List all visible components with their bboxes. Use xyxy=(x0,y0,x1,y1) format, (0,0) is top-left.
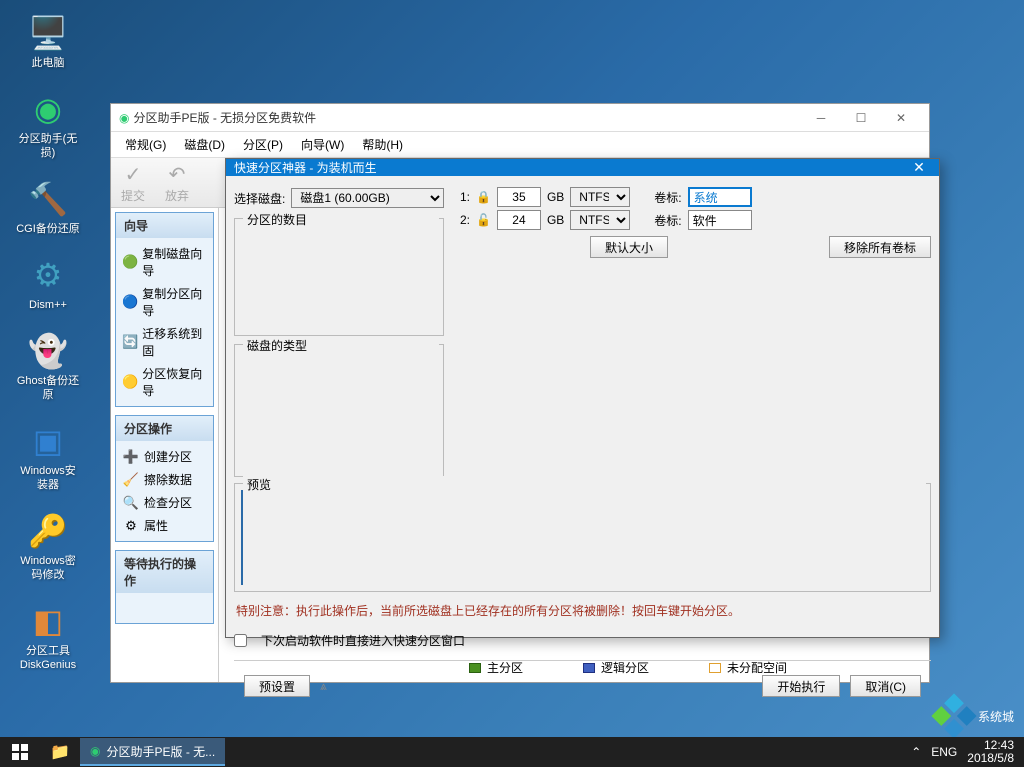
partition-count-fieldset: 分区的数目 3个分区 4个分区 5个分区 6个分区 2个分区 提示: 您能按1,… xyxy=(234,218,444,336)
main-title: 分区助手PE版 - 无损分区免费软件 xyxy=(133,109,316,126)
desktop-icon-partition-assistant[interactable]: ◉分区助手(无损) xyxy=(12,84,84,164)
select-disk-label: 选择磁盘: xyxy=(234,190,285,207)
disk-type-fieldset: 磁盘的类型 MBR GPT 重建MBR 创建ESP和MSR分区 分区对齐到 20… xyxy=(234,344,444,477)
menu-item-2[interactable]: 分区(P) xyxy=(235,133,291,156)
dialog-close-button[interactable]: ✕ xyxy=(907,159,931,176)
ops-item-0[interactable]: ➕创建分区 xyxy=(120,445,209,468)
taskbar-app[interactable]: ◉分区助手PE版 - 无... xyxy=(80,738,225,766)
quick-partition-dialog: 快速分区神器 - 为装机而生 ✕ 选择磁盘: 磁盘1 (60.00GB) 分区的… xyxy=(225,158,940,638)
app-icon: ◉ xyxy=(119,111,129,125)
tb-explorer-icon[interactable]: 📁 xyxy=(40,737,80,767)
wizard-item-0[interactable]: 🟢复制磁盘向导 xyxy=(120,242,209,282)
remove-labels-button[interactable]: 移除所有卷标 xyxy=(829,236,931,258)
preset-arrows[interactable]: ⩓ xyxy=(320,679,327,694)
ops-item-3[interactable]: ⚙属性 xyxy=(120,514,209,537)
tray-lang[interactable]: ENG xyxy=(931,745,957,759)
watermark: 系统城 xyxy=(938,700,1014,732)
preview-fieldset: 预览 💽磁盘1 (60.00GB) 2系统35.00GB NTFS软件25.00… xyxy=(234,483,931,592)
desktop-icon-dism[interactable]: ⚙Dism++ xyxy=(12,250,84,316)
dialog-titlebar: 快速分区神器 - 为装机而生 ✕ xyxy=(226,159,939,176)
desktop-icon-cgi-backup[interactable]: 🔨CGI备份还原 xyxy=(12,174,84,240)
minimize-button[interactable]: ─ xyxy=(801,104,841,132)
menu-item-3[interactable]: 向导(W) xyxy=(293,133,352,156)
menubar: 常规(G)磁盘(D)分区(P)向导(W)帮助(H) xyxy=(111,132,929,158)
fs-select-1[interactable]: NTFS xyxy=(570,210,630,230)
ops-panel-header: 分区操作 xyxy=(116,416,213,441)
toolbar-0[interactable]: ✓提交 xyxy=(121,162,145,204)
desktop-icon-diskgenius[interactable]: ◧分区工具 DiskGenius xyxy=(12,596,84,676)
volume-label-input-0[interactable] xyxy=(688,187,752,207)
close-button[interactable]: ✕ xyxy=(881,104,921,132)
volume-label-input-1[interactable] xyxy=(688,210,752,230)
maximize-button[interactable]: ☐ xyxy=(841,104,881,132)
start-button[interactable]: 开始执行 xyxy=(762,675,840,697)
wizard-item-2[interactable]: 🔄迁移系统到固 xyxy=(120,322,209,362)
lock-icon[interactable]: 🔒 xyxy=(476,190,491,204)
cancel-button[interactable]: 取消(C) xyxy=(850,675,921,697)
sidebar: 向导 🟢复制磁盘向导🔵复制分区向导🔄迁移系统到固🟡分区恢复向导 分区操作 ➕创建分区… xyxy=(111,208,219,682)
fs-select-0[interactable]: NTFS xyxy=(570,187,630,207)
wizard-item-1[interactable]: 🔵复制分区向导 xyxy=(120,282,209,322)
tray-date: 2018/5/8 xyxy=(967,752,1014,765)
wizard-item-3[interactable]: 🟡分区恢复向导 xyxy=(120,362,209,402)
tray-up-icon[interactable]: ⌃ xyxy=(911,745,921,759)
start-button[interactable] xyxy=(0,737,40,767)
menu-item-0[interactable]: 常规(G) xyxy=(117,133,174,156)
size-input-1[interactable] xyxy=(497,210,541,230)
select-disk-dropdown[interactable]: 磁盘1 (60.00GB) xyxy=(291,188,444,208)
preset-button[interactable]: 预设置 xyxy=(244,675,310,697)
partition-row-0: 1:🔒GBNTFS卷标: xyxy=(456,187,931,207)
warning-text: 特别注意：执行此操作后，当前所选磁盘上已经存在的所有分区将被删除！按回车键开始分… xyxy=(236,602,929,619)
lock-icon[interactable]: 🔓 xyxy=(476,213,491,227)
wizard-panel-header: 向导 xyxy=(116,213,213,238)
desktop-icon-windows-installer[interactable]: ▣Windows安装器 xyxy=(12,416,84,496)
default-size-button[interactable]: 默认大小 xyxy=(590,236,668,258)
pending-panel-header: 等待执行的操作 xyxy=(116,551,213,593)
ops-item-2[interactable]: 🔍检查分区 xyxy=(120,491,209,514)
desktop-icon-ghost-backup[interactable]: 👻Ghost备份还原 xyxy=(12,326,84,406)
main-titlebar: ◉ 分区助手PE版 - 无损分区免费软件 ─ ☐ ✕ xyxy=(111,104,929,132)
chk-next-time[interactable]: 下次启动软件时直接进入快速分区窗口 xyxy=(234,632,931,649)
taskbar: 📁 ◉分区助手PE版 - 无... ⌃ ENG 12:43 2018/5/8 xyxy=(0,737,1024,767)
ops-item-1[interactable]: 🧹擦除数据 xyxy=(120,468,209,491)
dialog-title: 快速分区神器 - 为装机而生 xyxy=(234,159,377,176)
size-input-0[interactable] xyxy=(497,187,541,207)
partition-details: 1:🔒GBNTFS卷标: 2:🔓GBNTFS卷标: 默认大小 移除所有卷标 xyxy=(456,184,931,477)
menu-item-1[interactable]: 磁盘(D) xyxy=(176,133,233,156)
toolbar-1[interactable]: ↶放弃 xyxy=(165,162,189,204)
menu-item-4[interactable]: 帮助(H) xyxy=(354,133,411,156)
desktop-icon-windows-password[interactable]: 🔑Windows密码修改 xyxy=(12,506,84,586)
partition-row-1: 2:🔓GBNTFS卷标: xyxy=(456,210,931,230)
desktop-icon-this-pc[interactable]: 🖥️此电脑 xyxy=(12,8,84,74)
